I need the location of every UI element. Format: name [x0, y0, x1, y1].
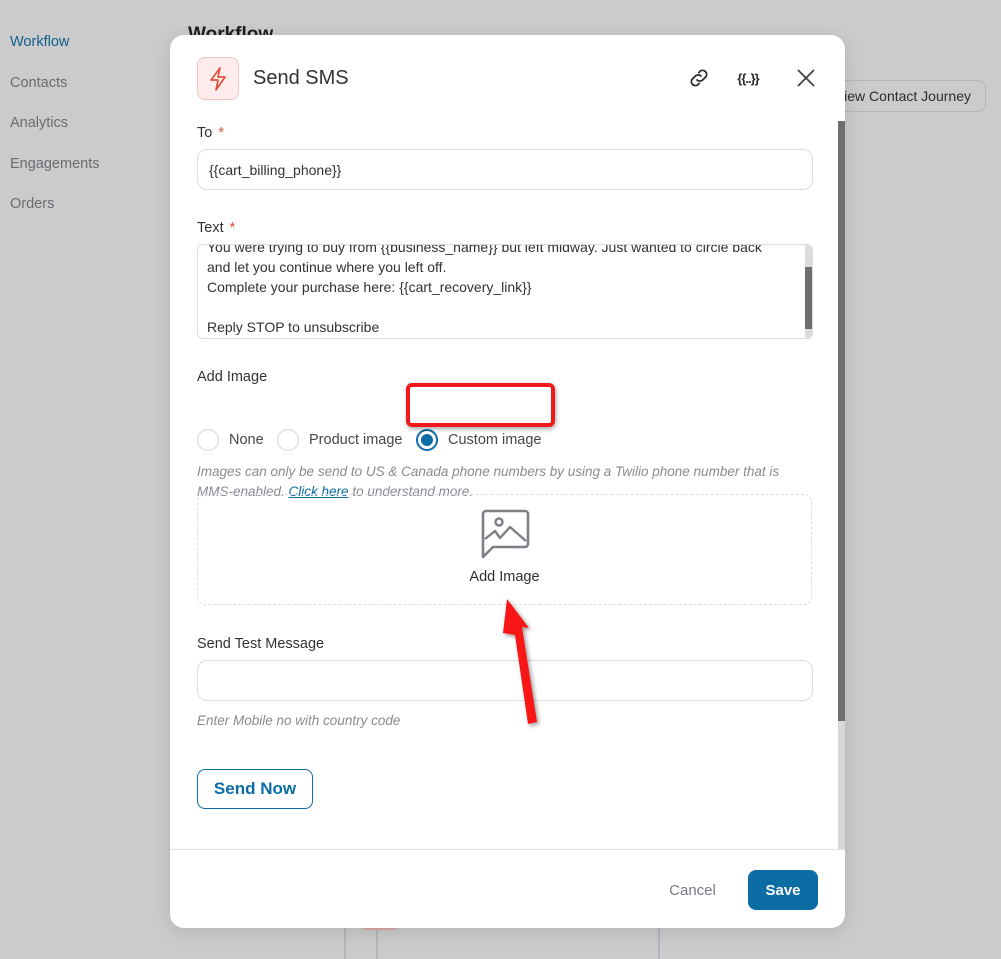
workflow-connector-line — [344, 928, 346, 959]
send-sms-modal: Send SMS {{..}} To * {{cart_billing_phone… — [170, 35, 845, 928]
radio-button[interactable] — [197, 429, 219, 451]
modal-header: Send SMS {{..}} — [170, 35, 845, 121]
test-phone-hint: Enter Mobile no with country code — [197, 713, 401, 728]
send-test-message-label: Send Test Message — [197, 636, 325, 652]
text-textarea[interactable]: You were trying to buy from {{business_n… — [197, 244, 813, 339]
modal-scrollbar-thumb[interactable] — [838, 121, 845, 721]
sidebar: Workflow Contacts Analytics Engagements … — [0, 0, 170, 959]
to-label-text: To — [197, 125, 213, 141]
radio-button-checked[interactable] — [416, 429, 438, 451]
required-mark: * — [229, 220, 236, 236]
text-label-text: Text — [197, 220, 224, 236]
modal-title: Send SMS — [253, 67, 349, 89]
close-icon[interactable] — [793, 65, 819, 91]
radio-button[interactable] — [277, 429, 299, 451]
text-label: Text * — [197, 220, 235, 236]
cancel-button[interactable]: Cancel — [660, 870, 725, 910]
radio-product-image[interactable]: Product image — [277, 428, 403, 452]
image-icon — [481, 509, 529, 559]
test-phone-input[interactable] — [197, 660, 813, 701]
to-label: To * — [197, 125, 224, 141]
sidebar-item-workflow[interactable]: Workflow — [10, 34, 69, 50]
workflow-connector-line — [658, 928, 660, 959]
radio-label: Product image — [309, 432, 403, 448]
link-icon[interactable] — [685, 65, 713, 91]
textarea-scrollbar-thumb[interactable] — [805, 267, 812, 329]
add-image-radio-group: None Product image Custom image — [197, 428, 817, 452]
radio-custom-image[interactable]: Custom image — [416, 428, 541, 452]
workflow-connector-line — [376, 928, 378, 959]
add-image-label: Add Image — [197, 369, 268, 385]
sidebar-item-orders[interactable]: Orders — [10, 196, 54, 212]
lightning-bolt-icon — [197, 57, 239, 100]
radio-label: Custom image — [448, 432, 542, 448]
send-now-button[interactable]: Send Now — [197, 769, 313, 809]
add-image-dropzone[interactable]: Add Image — [197, 494, 812, 605]
modal-footer: Cancel Save — [170, 849, 845, 928]
sidebar-item-engagements[interactable]: Engagements — [10, 156, 99, 172]
text-textarea-content[interactable]: You were trying to buy from {{business_n… — [207, 245, 797, 337]
variables-button[interactable]: {{..}} — [732, 65, 764, 91]
radio-dot — [421, 434, 433, 446]
save-button[interactable]: Save — [748, 870, 818, 910]
sidebar-item-contacts[interactable]: Contacts — [10, 75, 67, 91]
radio-none[interactable]: None — [197, 428, 264, 452]
required-mark: * — [218, 125, 224, 141]
modal-body: To * {{cart_billing_phone}} Text * You wer… — [170, 121, 838, 849]
to-field[interactable]: {{cart_billing_phone}} — [197, 149, 813, 190]
sidebar-item-analytics[interactable]: Analytics — [10, 115, 68, 131]
annotation-highlight-box — [406, 383, 555, 427]
radio-label: None — [229, 432, 264, 448]
add-image-label-text: Add Image — [469, 569, 540, 585]
